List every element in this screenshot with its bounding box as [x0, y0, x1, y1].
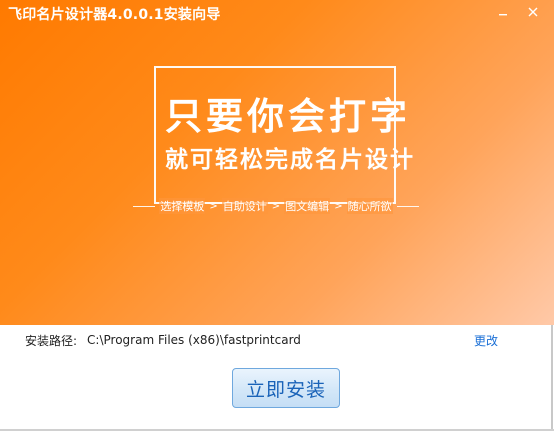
- step-separator: >: [209, 200, 218, 212]
- steps-right-rule: [396, 205, 419, 207]
- change-path-link[interactable]: 更改: [474, 332, 498, 349]
- minimize-button[interactable]: [490, 2, 516, 22]
- step-item: 自助设计: [221, 198, 268, 214]
- install-path-row: 安装路径: C:\Program Files (x86)\fastprintca…: [25, 332, 301, 348]
- install-now-button[interactable]: 立即安装: [232, 368, 340, 408]
- step-separator: >: [334, 200, 343, 212]
- slogan-headline: 只要你会打字: [165, 95, 411, 138]
- close-icon: [528, 7, 538, 17]
- slogan-subline: 就可轻松完成名片设计: [165, 147, 415, 173]
- step-item: 选择模板: [159, 198, 206, 214]
- window-title: 飞印名片设计器4.0.0.1安装向导: [8, 7, 221, 23]
- banner: 飞印名片设计器4.0.0.1安装向导 只要你会打字 就可轻松完成名片设计 选择模…: [0, 0, 554, 325]
- step-item: 图文编辑: [284, 198, 331, 214]
- window-right-edge: [551, 325, 553, 431]
- close-button[interactable]: [520, 2, 546, 22]
- install-path-value: C:\Program Files (x86)\fastprintcard: [87, 333, 301, 347]
- step-item: 随心所欲: [346, 198, 393, 214]
- steps-left-rule: [133, 205, 156, 207]
- installer-window: 飞印名片设计器4.0.0.1安装向导 只要你会打字 就可轻松完成名片设计 选择模…: [0, 0, 554, 431]
- step-separator: >: [271, 200, 281, 212]
- install-path-label: 安装路径:: [25, 333, 78, 348]
- feature-steps: 选择模板 > 自助设计 > 图文编辑 > 随心所欲: [130, 196, 422, 216]
- minimize-icon: [499, 14, 507, 16]
